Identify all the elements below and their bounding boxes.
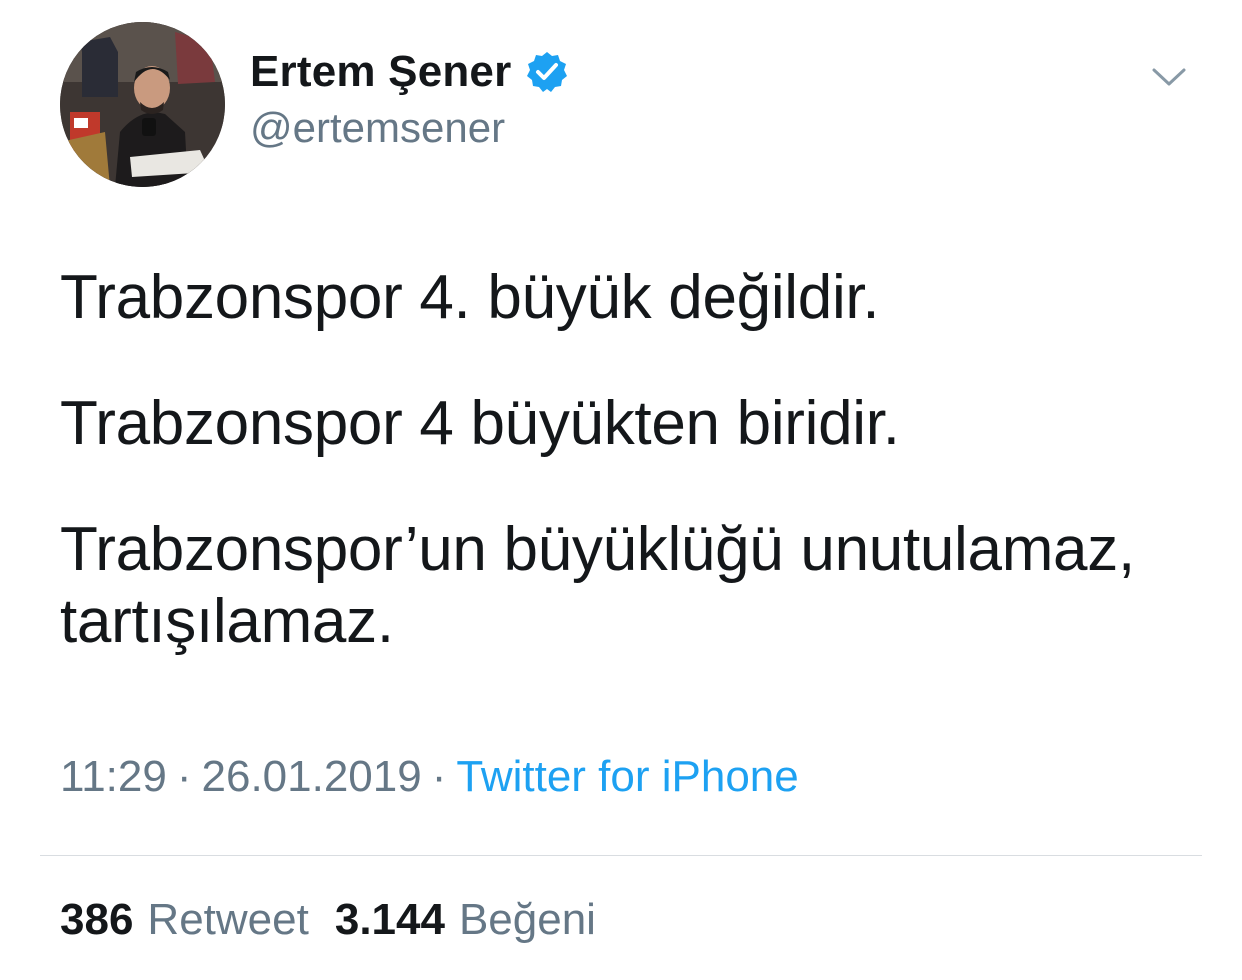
retweets-label: Retweet — [147, 895, 309, 944]
retweets-count: 386 — [60, 895, 134, 944]
display-name[interactable]: Ertem Şener — [250, 47, 511, 97]
tweet-text: Trabzonspor 4. büyük değildir. Trabzonsp… — [60, 262, 1210, 658]
tweet-date[interactable]: 26.01.2019 — [202, 752, 422, 801]
likes-stat[interactable]: 3.144 Beğeni — [335, 895, 596, 945]
meta-separator: · — [176, 752, 192, 801]
author-handle[interactable]: @ertemsener — [250, 104, 505, 152]
tweet-paragraph: Trabzonspor’un büyüklüğü unutulamaz, tar… — [60, 515, 1135, 656]
tweet-meta: 11:29 · 26.01.2019 · Twitter for iPhone — [60, 752, 799, 802]
profile-photo — [60, 22, 225, 187]
avatar[interactable] — [60, 22, 225, 187]
tweet-source-link[interactable]: Twitter for iPhone — [456, 752, 798, 801]
tweet-time[interactable]: 11:29 — [60, 752, 167, 801]
likes-label: Beğeni — [458, 895, 596, 944]
likes-count: 3.144 — [334, 895, 445, 944]
meta-separator: · — [431, 752, 447, 801]
retweets-stat[interactable]: 386 Retweet — [60, 895, 309, 945]
tweet-stats: 386 Retweet 3.144 Beğeni — [60, 895, 596, 945]
author-name-row: Ertem Şener — [250, 42, 569, 102]
chevron-down-icon[interactable] — [1150, 62, 1188, 92]
tweet-paragraph: Trabzonspor 4. büyük değildir. — [60, 263, 880, 332]
tweet-paragraph: Trabzonspor 4 büyükten biridir. — [60, 389, 900, 458]
divider — [40, 855, 1202, 856]
verified-badge-icon — [527, 52, 568, 92]
